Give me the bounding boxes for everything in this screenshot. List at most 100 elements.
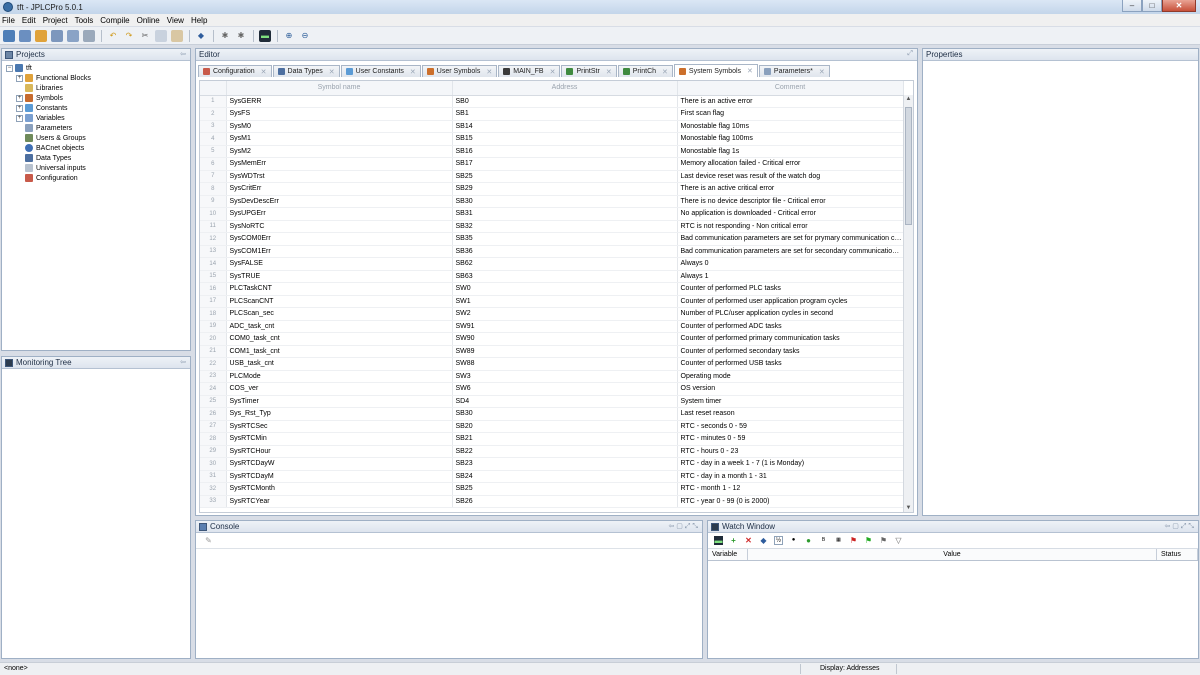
- maximize-icon[interactable]: ⤢: [907, 50, 913, 58]
- symbol-name-cell[interactable]: PLCScanCNT: [226, 295, 453, 308]
- table-row[interactable]: 5 SysM2 SB16 Monostable flag 1s: [200, 145, 904, 158]
- dot-icon[interactable]: ●: [789, 536, 798, 545]
- close-button[interactable]: ✕: [1162, 0, 1196, 12]
- comment-cell[interactable]: Last device reset was result of the watc…: [677, 170, 904, 183]
- address-cell[interactable]: SW88: [452, 357, 678, 371]
- expand-icon[interactable]: +: [16, 74, 23, 82]
- tab-main-fb[interactable]: MAIN_FB ✕: [498, 65, 561, 77]
- table-row[interactable]: 20 COM0_task_cnt SW90 Counter of performed …: [200, 332, 904, 346]
- address-cell[interactable]: SB0: [452, 95, 678, 108]
- maximize-button[interactable]: □: [1142, 0, 1162, 12]
- menu-help[interactable]: Help: [191, 16, 207, 25]
- table-row[interactable]: 21 COM1_task_cnt SW89 Counter of performed …: [200, 345, 904, 358]
- address-cell[interactable]: SB62: [452, 257, 678, 271]
- table-row[interactable]: 32 SysRTCMonth SB25 RTC - month 1 - 12: [200, 482, 904, 496]
- table-row[interactable]: 25 SysTimer SD4 System timer: [200, 395, 904, 408]
- zoom-in-icon[interactable]: ⊕: [283, 30, 295, 42]
- flag-icon[interactable]: ⚑: [879, 536, 888, 545]
- tab-user-constants[interactable]: User Constants ✕: [340, 65, 421, 77]
- table-row[interactable]: 24 COS_ver SW6 OS version: [200, 382, 904, 396]
- table-row[interactable]: 31 SysRTCDayM SB24 RTC - day in a month 1 -…: [200, 470, 904, 483]
- address-cell[interactable]: SB1: [452, 107, 678, 121]
- table-row[interactable]: 33 SysRTCYear SB26 RTC - year 0 - 99 (0 is …: [200, 495, 904, 508]
- close-tab-icon[interactable]: ✕: [486, 68, 492, 76]
- copy-icon[interactable]: [155, 29, 167, 42]
- force-icon[interactable]: ●: [804, 536, 813, 545]
- remove-variable-icon[interactable]: ✕: [744, 536, 753, 545]
- address-cell[interactable]: SB31: [452, 207, 678, 221]
- comment-cell[interactable]: Monostable flag 10ms: [677, 120, 904, 133]
- tree-item-variables[interactable]: + Variables: [6, 113, 190, 123]
- comment-cell[interactable]: Operating mode: [677, 370, 904, 383]
- close-tab-icon[interactable]: ✕: [819, 68, 825, 76]
- comment-cell[interactable]: RTC - day in a week 1 - 7 (1 is Monday): [677, 457, 904, 471]
- download-icon[interactable]: ✱: [235, 30, 247, 42]
- table-row[interactable]: 16 PLCTaskCNT SW0 Counter of performed PLC …: [200, 282, 904, 296]
- scroll-up-icon[interactable]: ▲: [904, 95, 913, 104]
- symbol-name-cell[interactable]: SysM1: [226, 132, 453, 146]
- tree-item-data-types[interactable]: Data Types: [6, 153, 190, 163]
- symbol-name-cell[interactable]: SysMemErr: [226, 157, 453, 171]
- comment-cell[interactable]: First scan flag: [677, 107, 904, 121]
- table-row[interactable]: 22 USB_task_cnt SW88 Counter of performed U…: [200, 357, 904, 371]
- table-row[interactable]: 17 PLCScanCNT SW1 Counter of performed user…: [200, 295, 904, 308]
- close-tab-icon[interactable]: ✕: [662, 68, 668, 76]
- save-icon[interactable]: [51, 29, 63, 42]
- symbol-name-cell[interactable]: SysWDTrst: [226, 170, 453, 183]
- collapse-icon[interactable]: −: [6, 64, 13, 72]
- tree-item-universal-inputs[interactable]: Universal inputs: [6, 163, 190, 173]
- comment-cell[interactable]: Always 0: [677, 257, 904, 271]
- address-cell[interactable]: SB30: [452, 195, 678, 208]
- comment-cell[interactable]: Counter of performed ADC tasks: [677, 320, 904, 333]
- table-row[interactable]: 27 SysRTCSec SB20 RTC - seconds 0 - 59: [200, 420, 904, 433]
- comment-cell[interactable]: RTC - hours 0 - 23: [677, 445, 904, 458]
- table-row[interactable]: 18 PLCScan_sec SW2 Number of PLC/user appli…: [200, 307, 904, 321]
- scroll-down-icon[interactable]: ▼: [904, 504, 913, 512]
- address-cell[interactable]: SB29: [452, 182, 678, 196]
- address-cell[interactable]: SB26: [452, 495, 678, 508]
- symbol-name-cell[interactable]: SysFS: [226, 107, 453, 121]
- symbol-name-cell[interactable]: SysRTCHour: [226, 445, 453, 458]
- tab-configuration[interactable]: Configuration ✕: [198, 65, 272, 77]
- table-row[interactable]: 15 SysTRUE SB63 Always 1: [200, 270, 904, 283]
- open-icon[interactable]: [19, 29, 31, 42]
- comment-cell[interactable]: RTC - day in a month 1 - 31: [677, 470, 904, 483]
- address-cell[interactable]: SW90: [452, 332, 678, 346]
- zoom-out-icon[interactable]: ⊖: [299, 30, 311, 42]
- comment-cell[interactable]: RTC is not responding - Non critical err…: [677, 220, 904, 233]
- close-tab-icon[interactable]: ✕: [747, 67, 753, 75]
- symbol-name-cell[interactable]: USB_task_cnt: [226, 357, 453, 371]
- comment-cell[interactable]: Monostable flag 1s: [677, 145, 904, 158]
- comment-cell[interactable]: Counter of performed USB tasks: [677, 357, 904, 371]
- green-flag-icon[interactable]: ⚑: [864, 536, 873, 545]
- table-row[interactable]: 9 SysDevDescErr SB30 There is no device des…: [200, 195, 904, 208]
- tree-item-users-groups[interactable]: Users & Groups: [6, 133, 190, 143]
- menu-file[interactable]: File: [2, 16, 15, 25]
- symbol-name-cell[interactable]: COS_ver: [226, 382, 453, 396]
- tab-data-types[interactable]: Data Types ✕: [272, 65, 340, 77]
- symbol-name-cell[interactable]: PLCTaskCNT: [226, 282, 453, 296]
- comment-cell[interactable]: Monostable flag 100ms: [677, 132, 904, 146]
- table-row[interactable]: 19 ADC_task_cnt SW91 Counter of performed A…: [200, 320, 904, 333]
- pin-icon[interactable]: ⇦: [180, 358, 186, 366]
- undo-icon[interactable]: ↶: [107, 30, 119, 42]
- compile-icon[interactable]: ◆: [195, 30, 207, 42]
- address-cell[interactable]: SB24: [452, 470, 678, 483]
- address-cell[interactable]: SB63: [452, 270, 678, 283]
- comment-cell[interactable]: There is an active error: [677, 95, 904, 108]
- expand-icon[interactable]: +: [16, 94, 23, 102]
- paste-icon[interactable]: [171, 29, 183, 42]
- tree-item-functional-blocks[interactable]: + Functional Blocks: [6, 73, 190, 83]
- comment-cell[interactable]: Memory allocation failed - Critical erro…: [677, 157, 904, 171]
- address-cell[interactable]: SW91: [452, 320, 678, 333]
- table-row[interactable]: 1 SysGERR SB0 There is an active error: [200, 95, 904, 108]
- comment-cell[interactable]: Bad communication parameters are set for…: [677, 245, 904, 258]
- menu-tools[interactable]: Tools: [75, 16, 94, 25]
- address-cell[interactable]: SB25: [452, 170, 678, 183]
- redo-icon[interactable]: ↷: [123, 30, 135, 42]
- column-header-symbol-name[interactable]: Symbol name: [226, 81, 453, 96]
- symbol-name-cell[interactable]: SysRTCDayW: [226, 457, 453, 471]
- comment-cell[interactable]: No application is downloaded - Critical …: [677, 207, 904, 221]
- address-cell[interactable]: SB23: [452, 457, 678, 471]
- address-cell[interactable]: SW3: [452, 370, 678, 383]
